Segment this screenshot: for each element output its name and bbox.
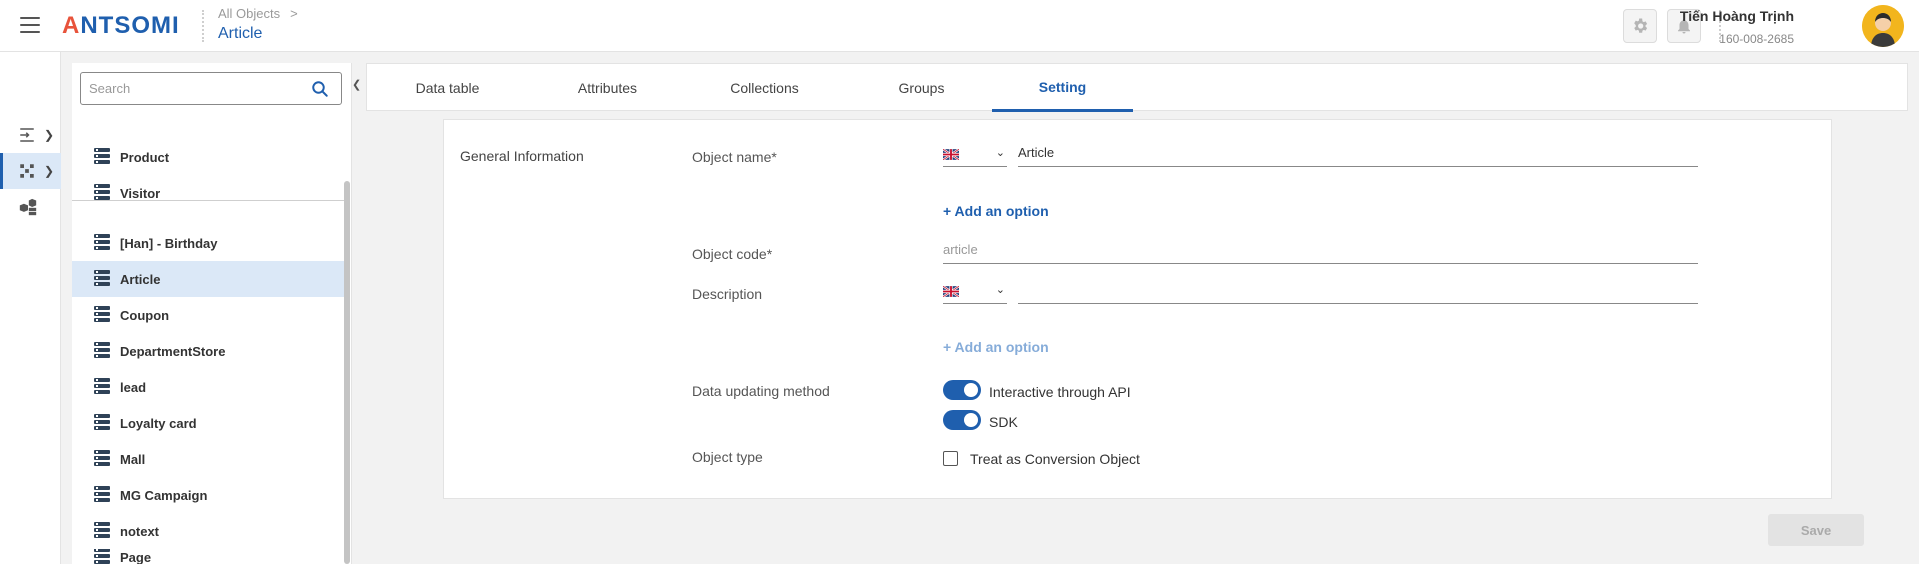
- add-option-button[interactable]: + Add an option: [943, 203, 1049, 219]
- sdk-toggle[interactable]: [943, 410, 981, 430]
- avatar-image: [1862, 5, 1904, 47]
- list-item-label: Visitor: [120, 185, 161, 201]
- database-icon: [94, 233, 110, 253]
- database-icon: [94, 413, 110, 433]
- list-divider: [72, 200, 344, 201]
- settings-button[interactable]: [1623, 9, 1657, 43]
- list-item-label: Loyalty card: [120, 415, 197, 431]
- tab-attributes[interactable]: Attributes: [537, 64, 678, 112]
- list-item-label: Product: [120, 149, 170, 165]
- api-toggle[interactable]: [943, 380, 981, 400]
- uk-flag-icon: [943, 286, 959, 297]
- list-item[interactable]: lead: [72, 369, 344, 405]
- logo[interactable]: ANTSOMI: [62, 12, 180, 40]
- list-item-label: Coupon: [120, 307, 170, 323]
- save-button[interactable]: Save: [1768, 514, 1864, 546]
- breadcrumb-all-objects[interactable]: All Objects: [218, 6, 280, 21]
- search-box: [80, 72, 342, 105]
- data-updating-label: Data updating method: [692, 383, 830, 399]
- object-code-input: article: [943, 240, 1698, 264]
- tab-bar: Data table Attributes Collections Groups…: [366, 63, 1908, 112]
- user-name: Tiến Hoàng Trịnh: [1679, 8, 1794, 24]
- list-item-label: lead: [120, 379, 147, 395]
- import-icon: [20, 128, 34, 142]
- user-id: 160-008-2685: [1719, 32, 1794, 46]
- object-name-input[interactable]: Article: [1018, 143, 1698, 167]
- breadcrumb: All Objects >: [218, 6, 298, 21]
- list-item[interactable]: Coupon: [72, 297, 344, 333]
- objects-icon: [20, 164, 34, 178]
- scrollbar[interactable]: [344, 181, 350, 564]
- section-title: General Information: [460, 148, 584, 164]
- left-rail: ❯ ❯: [0, 52, 61, 564]
- database-icon: [94, 377, 110, 397]
- uk-flag-icon: [943, 149, 959, 160]
- settings-card: General Information Object name* ⌄ Artic…: [443, 119, 1832, 499]
- menu-icon[interactable]: [20, 17, 40, 33]
- list-item-label: DepartmentStore: [120, 343, 226, 359]
- list-item-label: [Han] - Birthday: [120, 235, 218, 251]
- database-icon: [94, 549, 110, 564]
- object-list-panel: Product Visitor [Han] - Birthday Article…: [72, 63, 352, 564]
- search-input[interactable]: [81, 73, 301, 104]
- chevron-right-icon: ❯: [44, 128, 55, 142]
- sdk-toggle-label: SDK: [989, 414, 1018, 430]
- list-item[interactable]: Visitor: [72, 175, 344, 211]
- database-icon: [94, 341, 110, 361]
- database-icon: [94, 269, 110, 289]
- object-name-label: Object name*: [692, 149, 777, 165]
- cubes-icon: [19, 198, 37, 216]
- list-item[interactable]: Mall: [72, 441, 344, 477]
- list-item[interactable]: notext: [72, 513, 344, 549]
- chevron-right-icon: >: [290, 6, 298, 21]
- list-item-label: Article: [120, 271, 161, 287]
- list-item[interactable]: DepartmentStore: [72, 333, 344, 369]
- description-input[interactable]: [1018, 280, 1698, 304]
- list-item-label: Page: [120, 549, 152, 564]
- collapse-panel-icon[interactable]: ❮: [352, 78, 362, 94]
- avatar[interactable]: [1862, 5, 1904, 47]
- database-icon: [94, 305, 110, 325]
- api-toggle-label: Interactive through API: [989, 384, 1131, 400]
- conversion-checkbox[interactable]: [943, 451, 958, 466]
- list-item-label: notext: [120, 523, 159, 539]
- list-item[interactable]: Page: [72, 549, 344, 564]
- gear-icon: [1634, 18, 1648, 33]
- chevron-down-icon: ⌄: [995, 147, 1005, 159]
- tab-collections[interactable]: Collections: [694, 64, 835, 112]
- chevron-down-icon: ⌄: [995, 284, 1005, 296]
- tab-groups[interactable]: Groups: [851, 64, 992, 112]
- list-item[interactable]: [Han] - Birthday: [72, 225, 344, 261]
- list-item[interactable]: Product: [72, 139, 344, 175]
- database-icon: [94, 521, 110, 541]
- page-title: Article: [218, 25, 263, 42]
- rail-item-datasets[interactable]: [0, 189, 61, 225]
- object-type-label: Object type: [692, 449, 763, 465]
- conversion-checkbox-label: Treat as Conversion Object: [970, 451, 1140, 467]
- list-item[interactable]: Loyalty card: [72, 405, 344, 441]
- object-code-label: Object code*: [692, 246, 773, 262]
- language-select[interactable]: ⌄: [943, 143, 1007, 167]
- list-item[interactable]: MG Campaign: [72, 477, 344, 513]
- chevron-right-icon: ❯: [44, 164, 55, 178]
- database-icon: [94, 485, 110, 505]
- database-icon: [94, 147, 110, 167]
- tab-setting[interactable]: Setting: [992, 64, 1133, 112]
- rail-item-objects[interactable]: ❯: [0, 153, 61, 189]
- rail-item-import[interactable]: ❯: [0, 117, 61, 153]
- language-select[interactable]: ⌄: [943, 280, 1007, 304]
- search-icon[interactable]: [311, 80, 329, 103]
- top-bar: ANTSOMI All Objects > Article Tiến Hoàng …: [0, 0, 1919, 52]
- divider: [202, 10, 204, 42]
- tab-data-table[interactable]: Data table: [377, 64, 518, 112]
- list-item[interactable]: Article: [72, 261, 344, 297]
- list-item-label: MG Campaign: [120, 487, 208, 503]
- list-item-label: Mall: [120, 451, 146, 467]
- description-label: Description: [692, 286, 763, 302]
- database-icon: [94, 449, 110, 469]
- add-option-button[interactable]: + Add an option: [943, 339, 1049, 355]
